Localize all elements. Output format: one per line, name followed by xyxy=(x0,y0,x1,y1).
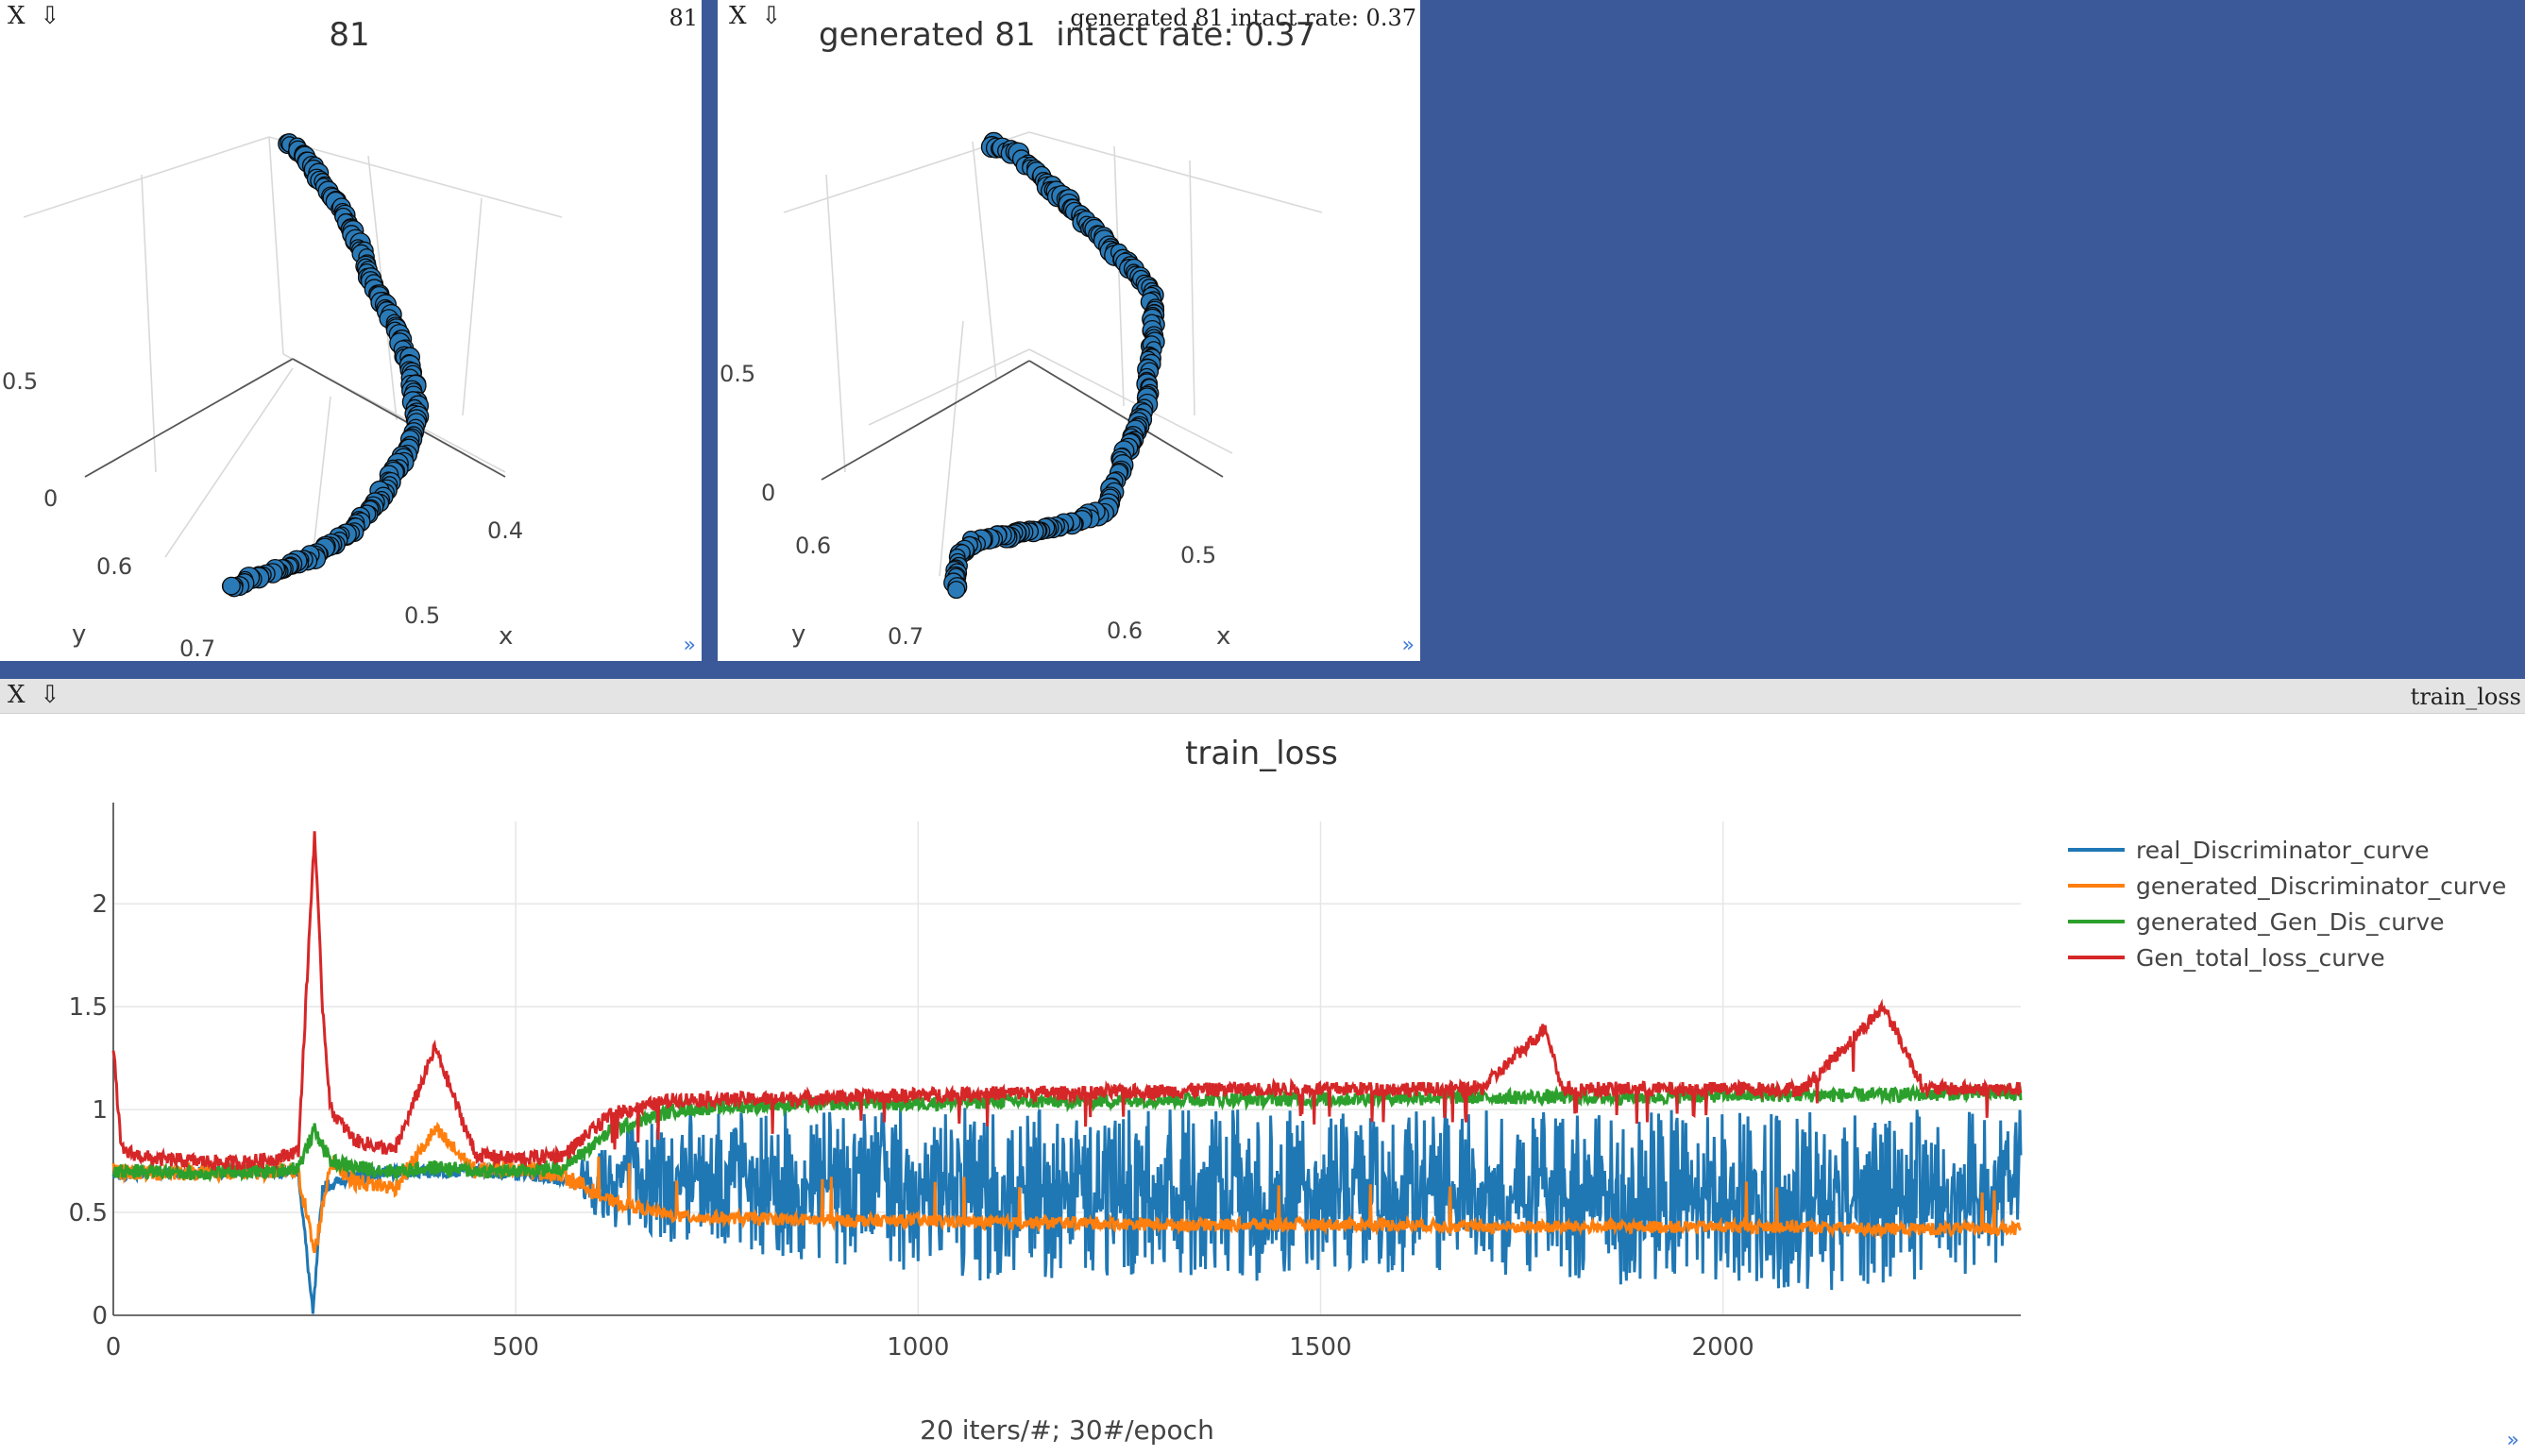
loss-line-chart[interactable]: train_loss 0 500 1000 1500 2000 0 0.5 1 1.5 2 20 … xyxy=(0,679,2525,1456)
scatter-points xyxy=(223,134,429,597)
legend-label: generated_Gen_Dis_curve xyxy=(2136,908,2445,936)
chart-legend[interactable]: real_Discriminator_curve generated_Discri… xyxy=(2068,837,2506,972)
z-tick-label: 0 xyxy=(761,480,775,506)
x-tick-label: 1000 xyxy=(887,1333,949,1362)
y-tick-label: 0.5 xyxy=(69,1199,108,1227)
legend-label: Gen_total_loss_curve xyxy=(2136,944,2385,972)
y-tick-label: 0.7 xyxy=(888,623,924,650)
scatter3d-plot[interactable]: generated 81 intact rate: 0.37 0.5 0 0.6… xyxy=(718,0,1420,661)
y-axis-label: y xyxy=(791,620,805,649)
y-tick-label: 0.6 xyxy=(96,553,132,580)
plot-window-81: X ⇩ 81 81 0.5 0 0.6 0.7 0.4 0.5 y x » xyxy=(0,0,702,661)
y-tick-label: 1 xyxy=(92,1096,108,1125)
x-axis-label: x xyxy=(499,622,513,651)
y-tick-label: 0.6 xyxy=(795,533,831,559)
z-tick-label: 0.5 xyxy=(720,361,755,387)
series-line-Gen_total_loss_curve xyxy=(113,831,2021,1170)
legend-label: real_Discriminator_curve xyxy=(2136,837,2429,864)
x-tick-label: 2000 xyxy=(1692,1333,1754,1362)
x-tick-label: 0 xyxy=(106,1333,122,1362)
resize-handle[interactable]: » xyxy=(1402,634,1415,657)
z-tick-label: 0 xyxy=(43,485,58,512)
chart-axes: 0 500 1000 1500 2000 0 0.5 1 1.5 2 xyxy=(69,803,2021,1362)
x-tick-label: 1500 xyxy=(1289,1333,1351,1362)
x-axis-label: x xyxy=(1216,622,1230,651)
plot-title: generated 81 intact rate: 0.37 xyxy=(819,16,1315,54)
scatter3d-plot[interactable]: 81 0.5 0 0.6 0.7 0.4 0.5 y x xyxy=(0,0,702,661)
y-tick-label: 1.5 xyxy=(69,993,108,1022)
resize-handle[interactable]: » xyxy=(684,634,696,657)
axis-grid xyxy=(24,137,562,567)
x-tick-label: 0.6 xyxy=(1107,618,1143,644)
z-tick-label: 0.5 xyxy=(2,368,38,395)
resize-handle[interactable]: » xyxy=(2507,1429,2519,1452)
y-axis-label: y xyxy=(72,620,86,649)
x-tick-label: 0.5 xyxy=(1180,542,1216,568)
scatter-point xyxy=(948,582,965,599)
x-tick-label: 0.4 xyxy=(487,517,523,544)
scatter-point xyxy=(223,577,240,594)
legend-label: generated_Discriminator_curve xyxy=(2136,872,2506,900)
plot-window-generated-81: X ⇩ generated 81 intact rate: 0.37 gener… xyxy=(718,0,1420,661)
axis-lines xyxy=(85,359,505,477)
scatter-points xyxy=(944,132,1164,598)
x-tick-label: 500 xyxy=(492,1333,539,1362)
x-tick-label: 0.5 xyxy=(404,602,440,629)
chart-title: train_loss xyxy=(1185,735,1338,772)
y-tick-label: 2 xyxy=(92,890,108,919)
plot-title: 81 xyxy=(329,16,369,54)
x-axis-label: 20 iters/#; 30#/epoch xyxy=(920,1414,1214,1446)
y-tick-label: 0.7 xyxy=(179,635,215,661)
y-tick-label: 0 xyxy=(92,1302,108,1330)
plot-window-train-loss: X ⇩ train_loss train_loss 0 500 1000 1500 20… xyxy=(0,679,2525,1456)
axis-lines xyxy=(822,361,1223,480)
